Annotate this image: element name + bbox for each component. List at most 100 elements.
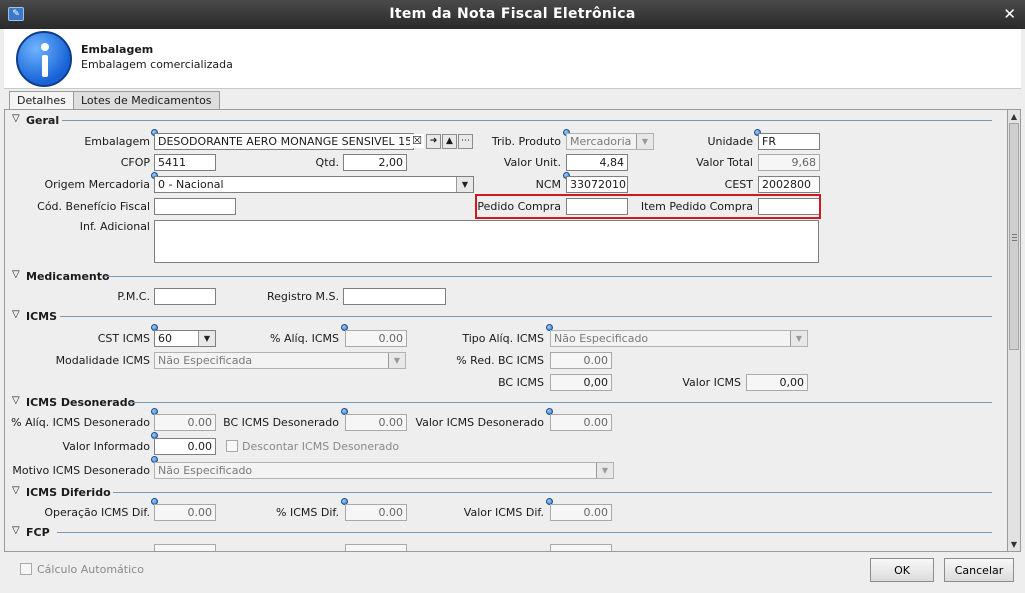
calculo-automatico-checkbox[interactable] xyxy=(20,563,32,575)
aliq-icms-desonerado-label: % Alíq. ICMS Desonerado xyxy=(11,416,150,429)
modalidade-icms-label: Modalidade ICMS xyxy=(55,354,150,367)
embalagem-label: Embalagem xyxy=(84,135,150,148)
clear-icon[interactable]: ☒ xyxy=(410,134,424,148)
tab-detalhes[interactable]: Detalhes xyxy=(9,91,74,109)
motivo-icms-desonerado-select[interactable]: Não Especificado ▼ xyxy=(154,462,614,479)
section-divider xyxy=(57,532,992,533)
trib-produto-select[interactable]: Mercadoria ▼ xyxy=(566,133,654,150)
window-titlebar[interactable]: ✎ Item da Nota Fiscal Eletrônica ✕ xyxy=(0,0,1025,29)
bc-icms-label: BC ICMS xyxy=(498,376,544,389)
section-icms[interactable]: ICMS xyxy=(12,309,57,323)
window-title: Item da Nota Fiscal Eletrônica xyxy=(389,6,636,22)
chevron-down-icon[interactable]: ▼ xyxy=(636,134,653,149)
valor-informado-field[interactable]: 0.00 xyxy=(154,438,216,455)
tab-lotes-medicamentos[interactable]: Lotes de Medicamentos xyxy=(73,91,220,109)
arrow-right-icon[interactable]: ➜ xyxy=(426,134,441,149)
section-geral[interactable]: Geral xyxy=(12,113,59,127)
tipo-aliq-icms-select[interactable]: Não Especificado ▼ xyxy=(550,330,808,347)
ellipsis-icon[interactable]: ⋯ xyxy=(458,134,473,149)
cst-icms-select[interactable]: 60 ▼ xyxy=(154,330,216,347)
cfop-field[interactable]: 5411 xyxy=(154,154,216,171)
header-subtitle: Embalagem comercializada xyxy=(81,58,233,71)
fcp-field-partial[interactable] xyxy=(345,544,407,551)
aliq-icms-label: % Alíq. ICMS xyxy=(270,332,339,345)
info-icon xyxy=(16,31,72,87)
valor-icms-dif-field[interactable]: 0.00 xyxy=(550,504,612,521)
details-panel: Geral Embalagem DESODORANTE AERO MONANGE… xyxy=(4,109,1008,552)
section-icms-diferido[interactable]: ICMS Diferido xyxy=(12,485,111,499)
chevron-down-icon[interactable]: ▼ xyxy=(596,463,613,478)
qtd-field[interactable]: 2,00 xyxy=(343,154,407,171)
origem-select[interactable]: 0 - Nacional ▼ xyxy=(154,176,474,193)
scrollbar-thumb[interactable] xyxy=(1009,123,1019,350)
chevron-down-icon[interactable]: ▼ xyxy=(456,177,473,192)
origem-label: Origem Mercadoria xyxy=(44,178,150,191)
valor-icms-dif-label: Valor ICMS Dif. xyxy=(463,506,544,519)
modalidade-icms-value: Não Especificada xyxy=(158,354,253,367)
descontar-icms-desonerado-checkbox[interactable] xyxy=(226,440,238,452)
origem-value: 0 - Nacional xyxy=(158,178,224,191)
chevron-down-icon[interactable]: ▼ xyxy=(790,331,807,346)
registro-ms-field[interactable] xyxy=(343,288,446,305)
close-icon[interactable]: ✕ xyxy=(1003,5,1016,23)
operacao-icms-dif-label: Operação ICMS Dif. xyxy=(44,506,150,519)
scroll-up-icon[interactable]: ▲ xyxy=(1009,111,1019,122)
ok-button[interactable]: OK xyxy=(870,558,934,582)
operacao-icms-dif-field[interactable]: 0.00 xyxy=(154,504,216,521)
cancel-button[interactable]: Cancelar xyxy=(944,558,1014,582)
cest-label: CEST xyxy=(724,178,753,191)
percent-icms-dif-label: % ICMS Dif. xyxy=(276,506,339,519)
cst-icms-label: CST ICMS xyxy=(97,332,150,345)
section-icms-desonerado[interactable]: ICMS Desonerado xyxy=(12,395,135,409)
modalidade-icms-select[interactable]: Não Especificada ▼ xyxy=(154,352,406,369)
fcp-field-partial[interactable] xyxy=(550,544,612,551)
cst-icms-value: 60 xyxy=(158,332,172,345)
section-medicamento[interactable]: Medicamento xyxy=(12,269,110,283)
valor-unit-field[interactable]: 4,84 xyxy=(566,154,628,171)
valor-total-field[interactable]: 9,68 xyxy=(758,154,820,171)
percent-icms-dif-field[interactable]: 0.00 xyxy=(345,504,407,521)
embalagem-field[interactable]: DESODORANTE AERO MONANGE SENSIVEL 150ML xyxy=(154,133,414,150)
section-fcp[interactable]: FCP xyxy=(12,525,50,539)
valor-informado-label: Valor Informado xyxy=(62,440,150,453)
header-title: Embalagem xyxy=(81,43,154,56)
cod-beneficio-field[interactable] xyxy=(154,198,236,215)
trib-produto-value: Mercadoria xyxy=(570,135,632,148)
fcp-field-partial[interactable] xyxy=(154,544,216,551)
cod-beneficio-label: Cód. Benefício Fiscal xyxy=(37,200,150,213)
red-bc-icms-field[interactable]: 0.00 xyxy=(550,352,612,369)
tipo-aliq-icms-label: Tipo Alíq. ICMS xyxy=(462,332,544,345)
descontar-icms-desonerado-label: Descontar ICMS Desonerado xyxy=(242,440,400,453)
qtd-label: Qtd. xyxy=(315,156,339,169)
chevron-down-icon[interactable]: ▼ xyxy=(388,353,405,368)
header-band: Embalagem Embalagem comercializada xyxy=(4,29,1021,89)
pmc-label: P.M.C. xyxy=(117,290,150,303)
scroll-down-icon[interactable]: ▼ xyxy=(1009,539,1019,550)
cest-field[interactable]: 2002800 xyxy=(758,176,820,193)
arrow-up-icon[interactable]: ▲ xyxy=(442,134,457,149)
chevron-down-icon[interactable]: ▼ xyxy=(198,331,215,346)
pmc-field[interactable] xyxy=(154,288,216,305)
bc-icms-field[interactable]: 0,00 xyxy=(550,374,612,391)
section-divider xyxy=(105,276,992,277)
valor-unit-label: Valor Unit. xyxy=(503,156,561,169)
vertical-scrollbar[interactable]: ▲ ▼ xyxy=(1008,109,1021,552)
registro-ms-label: Registro M.S. xyxy=(267,290,339,303)
aliq-icms-desonerado-field[interactable]: 0.00 xyxy=(154,414,216,431)
bc-icms-desonerado-label: BC ICMS Desonerado xyxy=(223,416,339,429)
aliq-icms-field[interactable]: 0.00 xyxy=(345,330,407,347)
tipo-aliq-icms-value: Não Especificado xyxy=(554,332,649,345)
inf-adicional-textarea[interactable] xyxy=(154,220,819,263)
trib-produto-label: Trib. Produto xyxy=(491,135,561,148)
ncm-field[interactable]: 33072010 xyxy=(566,176,628,193)
valor-icms-label: Valor ICMS xyxy=(682,376,741,389)
ncm-label: NCM xyxy=(535,178,561,191)
valor-icms-desonerado-field[interactable]: 0.00 xyxy=(550,414,612,431)
valor-icms-field[interactable]: 0,00 xyxy=(746,374,808,391)
grip-line xyxy=(1012,237,1017,238)
unidade-field[interactable]: FR xyxy=(758,133,820,150)
valor-total-label: Valor Total xyxy=(696,156,753,169)
section-divider xyxy=(113,492,992,493)
inf-adicional-label: Inf. Adicional xyxy=(79,220,150,233)
bc-icms-desonerado-field[interactable]: 0.00 xyxy=(345,414,407,431)
